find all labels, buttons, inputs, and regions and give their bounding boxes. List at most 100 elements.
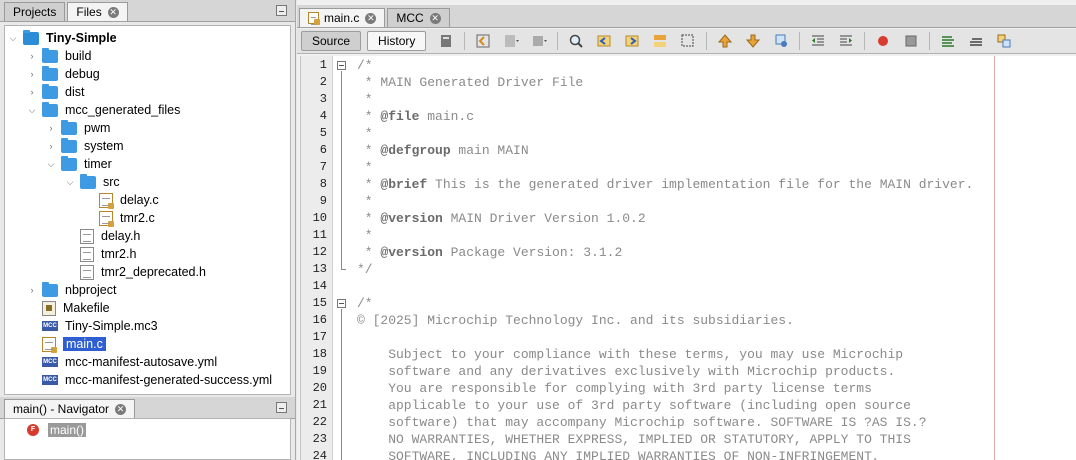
code-line: SOFTWARE, INCLUDING ANY IMPLIED WARRANTI…: [357, 449, 880, 460]
tree-item-label: tmr2.h: [101, 247, 137, 261]
history-button[interactable]: History: [367, 31, 427, 51]
close-icon[interactable]: ✕: [115, 403, 127, 415]
tree-item[interactable]: ⌵ src: [64, 173, 120, 191]
tree-item[interactable]: › pwm: [45, 119, 110, 137]
tree-item-label: pwm: [84, 121, 111, 135]
toolbar-separator: [557, 32, 559, 50]
line-number: 14: [312, 279, 327, 293]
last-edit-icon[interactable]: [438, 33, 454, 49]
fold-gutter: [333, 56, 353, 460]
tree-item[interactable]: › nbproject: [26, 281, 116, 299]
expand-open-icon[interactable]: ⌵: [26, 104, 38, 116]
minimize-icon[interactable]: [276, 5, 287, 16]
find-previous-icon[interactable]: [596, 33, 612, 49]
doc-tag: @defgroup: [380, 143, 451, 158]
tree-item[interactable]: ›MCCmcc-manifest-autosave.yml: [26, 353, 217, 371]
shift-right-icon[interactable]: [838, 33, 854, 49]
expand-closed-icon[interactable]: ›: [26, 68, 38, 80]
expand-closed-icon[interactable]: ›: [26, 284, 38, 296]
line-number: 22: [312, 415, 327, 429]
code-editor[interactable]: 1 2 3 4 5 6 7 8 9 10 11 12 13 14 15 16 17 18 19 20 21 22 23 24 …: [300, 56, 1076, 460]
c-file-icon: [99, 210, 114, 227]
minimize-icon[interactable]: [276, 402, 287, 413]
line-number: 9: [319, 194, 327, 208]
folder-icon: [80, 173, 96, 189]
line-number: 12: [312, 245, 327, 259]
folder-icon: [42, 83, 58, 99]
header-file-icon: [80, 246, 94, 262]
fold-toggle-icon[interactable]: [337, 61, 346, 70]
tab-projects[interactable]: Projects: [4, 2, 66, 21]
close-icon[interactable]: ✕: [429, 12, 441, 24]
mcc-file-icon: MCC: [42, 357, 58, 367]
line-number: 3: [319, 92, 327, 106]
tree-item[interactable]: ›delay.c: [83, 191, 159, 209]
find-next-icon[interactable]: [624, 33, 640, 49]
tree-item[interactable]: › system: [45, 137, 124, 155]
shift-left-icon[interactable]: [810, 33, 826, 49]
tab-main-c[interactable]: main.c ✕: [299, 8, 386, 27]
toolbar-separator: [929, 32, 931, 50]
expand-closed-icon[interactable]: ›: [26, 86, 38, 98]
ide-window: Projects Files ✕ ⌵ Tiny-Simple › build › debug…: [0, 0, 1076, 460]
code-area[interactable]: /* * MAIN Generated Driver File * * @fil…: [357, 56, 1076, 460]
tree-item[interactable]: › debug: [26, 65, 100, 83]
toggle-bookmark-icon[interactable]: [773, 33, 789, 49]
next-bookmark-icon[interactable]: [745, 33, 761, 49]
refactor-icon[interactable]: [996, 33, 1012, 49]
start-macro-recording-icon[interactable]: [875, 33, 891, 49]
comment-icon[interactable]: [940, 33, 956, 49]
close-icon[interactable]: ✕: [107, 6, 119, 18]
tab-files[interactable]: Files ✕: [67, 2, 128, 21]
find-icon[interactable]: [568, 33, 584, 49]
code-line: * MAIN Generated Driver File: [357, 75, 584, 90]
tree-item[interactable]: ›tmr2.c: [83, 209, 155, 227]
tree-item[interactable]: ›MCCmcc-manifest-generated-success.yml: [26, 371, 272, 389]
previous-bookmark-icon[interactable]: [717, 33, 733, 49]
code-line: *: [357, 126, 373, 141]
toggle-highlight-icon[interactable]: [652, 33, 668, 49]
tree-item[interactable]: ›tmr2.h: [64, 245, 136, 263]
folder-icon: [42, 101, 58, 117]
tree-item[interactable]: ›tmr2_deprecated.h: [64, 263, 206, 281]
line-number: 24: [312, 449, 327, 460]
folder-icon: [42, 47, 58, 63]
tab-mcc-label: MCC: [396, 11, 424, 25]
tree-item[interactable]: ⌵ mcc_generated_files: [26, 101, 180, 119]
rectangular-selection-icon[interactable]: [680, 33, 696, 49]
expand-closed-icon[interactable]: ›: [45, 122, 57, 134]
source-button[interactable]: Source: [301, 31, 362, 51]
back-icon[interactable]: [475, 33, 491, 49]
tree-item[interactable]: › build: [26, 47, 91, 65]
forward-dropdown-icon[interactable]: [503, 33, 520, 49]
tree-item[interactable]: ›MCCTiny-Simple.mc3: [26, 317, 158, 335]
tab-mcc[interactable]: MCC ✕: [387, 8, 450, 27]
tab-navigator[interactable]: main() - Navigator ✕: [4, 399, 136, 418]
navigator-item-main[interactable]: F main(): [27, 421, 87, 439]
expand-open-icon[interactable]: ⌵: [7, 32, 19, 44]
tree-item[interactable]: ⌵ timer: [45, 155, 112, 173]
toolbar-separator: [864, 32, 866, 50]
tab-projects-label: Projects: [13, 5, 57, 19]
tree-item-label: dist: [65, 85, 85, 99]
tree-item[interactable]: ›delay.h: [64, 227, 140, 245]
code-line: /*: [357, 296, 373, 311]
tree-item-label: nbproject: [65, 283, 117, 297]
toolbar-separator: [464, 32, 466, 50]
project-tabbar: Projects Files ✕: [0, 0, 295, 22]
editor-pane: main.c ✕ MCC ✕ Source History 1 2 3 4 5 …: [297, 0, 1076, 460]
expand-closed-icon[interactable]: ›: [45, 140, 57, 152]
expand-open-icon[interactable]: ⌵: [45, 158, 57, 170]
tree-item[interactable]: ⌵ Tiny-Simple: [7, 29, 117, 47]
tree-item-label: tmr2_deprecated.h: [101, 265, 206, 279]
uncomment-icon[interactable]: [968, 33, 984, 49]
tree-item[interactable]: › dist: [26, 83, 84, 101]
fold-toggle-icon[interactable]: [337, 299, 346, 308]
expand-closed-icon[interactable]: ›: [26, 50, 38, 62]
history-dropdown-icon[interactable]: [531, 33, 548, 49]
close-icon[interactable]: ✕: [365, 12, 377, 24]
tree-item[interactable]: ›Makefile: [26, 299, 110, 317]
stop-macro-recording-icon[interactable]: [903, 33, 919, 49]
tree-item[interactable]: ›main.c: [26, 335, 106, 353]
expand-open-icon[interactable]: ⌵: [64, 176, 76, 188]
